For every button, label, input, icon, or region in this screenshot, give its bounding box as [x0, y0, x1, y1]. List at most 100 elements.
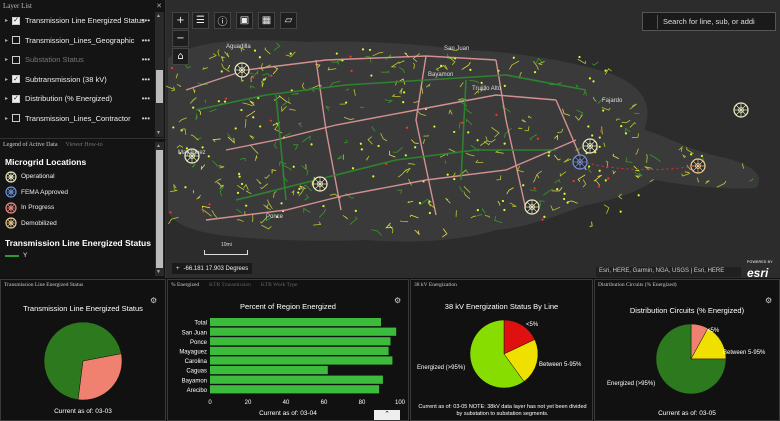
- expand-caret-icon[interactable]: ▸: [5, 37, 12, 44]
- scroll-thumb[interactable]: [156, 70, 163, 103]
- tab-ktr-transmission[interactable]: KTR Transmission: [209, 282, 251, 288]
- more-options-icon[interactable]: •••: [142, 16, 150, 25]
- legend-scrollbar[interactable]: ▲ ▼: [155, 142, 164, 276]
- substation-dot[interactable]: [335, 52, 338, 55]
- substation-dot[interactable]: [428, 200, 431, 203]
- substation-dot[interactable]: [368, 48, 372, 52]
- substation-dot[interactable]: [377, 144, 380, 148]
- substation-dot[interactable]: [350, 69, 353, 72]
- more-options-icon[interactable]: •••: [142, 55, 150, 64]
- layer-checkbox[interactable]: ✓: [12, 75, 20, 84]
- substation-dot[interactable]: [405, 126, 409, 129]
- substation-dot[interactable]: [262, 78, 266, 81]
- substation-dot[interactable]: [446, 173, 449, 176]
- substation-dot[interactable]: [597, 185, 601, 188]
- substation-dot[interactable]: [591, 134, 594, 137]
- substation-dot[interactable]: [588, 77, 592, 80]
- scroll-down-icon[interactable]: ▼: [156, 269, 161, 275]
- substation-dot[interactable]: [690, 153, 693, 156]
- substation-dot[interactable]: [201, 146, 204, 149]
- substation-dot[interactable]: [289, 52, 292, 55]
- substation-dot[interactable]: [245, 204, 248, 207]
- substation-dot[interactable]: [700, 154, 704, 158]
- microgrid-marker-icon[interactable]: [312, 176, 328, 192]
- layer-checkbox[interactable]: [12, 36, 20, 45]
- substation-dot[interactable]: [556, 188, 559, 191]
- substation-dot[interactable]: [604, 179, 607, 182]
- substation-dot[interactable]: [361, 48, 365, 51]
- substation-dot[interactable]: [258, 56, 261, 59]
- list-icon[interactable]: ☰: [192, 12, 209, 29]
- substation-dot[interactable]: [522, 184, 525, 187]
- substation-dot[interactable]: [359, 142, 362, 145]
- substation-dot[interactable]: [588, 165, 591, 168]
- substation-dot[interactable]: [238, 172, 241, 175]
- zoom-in-button[interactable]: +: [172, 12, 189, 29]
- microgrid-marker-icon[interactable]: [524, 199, 540, 215]
- substation-dot[interactable]: [624, 132, 628, 135]
- substation-dot[interactable]: [541, 218, 544, 221]
- substation-dot[interactable]: [169, 211, 172, 214]
- expand-caret-icon[interactable]: ▸: [5, 56, 12, 63]
- substation-dot[interactable]: [476, 208, 479, 212]
- substation-dot[interactable]: [533, 187, 536, 190]
- substation-dot[interactable]: [372, 175, 375, 178]
- layer-row[interactable]: ▸ ✓ Subtransmission (38 kV) •••: [0, 70, 165, 90]
- substation-dot[interactable]: [418, 201, 422, 205]
- substation-dot[interactable]: [598, 145, 601, 148]
- bar[interactable]: [210, 356, 393, 365]
- bar[interactable]: [210, 327, 397, 336]
- substation-dot[interactable]: [172, 126, 175, 129]
- substation-dot[interactable]: [572, 179, 575, 183]
- microgrid-marker-icon[interactable]: [234, 62, 250, 78]
- substation-dot[interactable]: [259, 125, 262, 128]
- substation-dot[interactable]: [604, 69, 607, 72]
- substation-dot[interactable]: [469, 68, 472, 71]
- substation-dot[interactable]: [234, 127, 237, 130]
- tab-legend[interactable]: Legend of Active Data: [3, 142, 57, 149]
- substation-dot[interactable]: [354, 209, 357, 212]
- zoom-out-button[interactable]: −: [172, 30, 189, 47]
- substation-dot[interactable]: [217, 100, 220, 103]
- substation-dot[interactable]: [495, 113, 498, 116]
- substation-dot[interactable]: [578, 55, 581, 59]
- pie-slice[interactable]: [77, 353, 123, 401]
- substation-dot[interactable]: [562, 197, 566, 201]
- substation-dot[interactable]: [512, 56, 515, 59]
- substation-dot[interactable]: [322, 204, 325, 208]
- scroll-thumb[interactable]: [156, 150, 163, 268]
- expand-caret-icon[interactable]: ▸: [5, 76, 12, 83]
- expand-caret-icon[interactable]: ▸: [5, 17, 12, 24]
- substation-dot[interactable]: [208, 203, 211, 206]
- substation-dot[interactable]: [292, 165, 295, 168]
- substation-dot[interactable]: [503, 84, 506, 87]
- substation-dot[interactable]: [270, 74, 273, 77]
- substation-dot[interactable]: [192, 106, 195, 109]
- substation-dot[interactable]: [440, 64, 443, 68]
- substation-dot[interactable]: [467, 131, 470, 134]
- substation-dot[interactable]: [592, 80, 595, 83]
- substation-dot[interactable]: [184, 186, 187, 189]
- more-options-icon[interactable]: •••: [142, 36, 150, 45]
- layer-checkbox[interactable]: [12, 114, 20, 123]
- substation-dot[interactable]: [598, 169, 601, 172]
- bar[interactable]: [210, 366, 328, 375]
- layer-row[interactable]: ▸ ✓ Distribution (% Energized) •••: [0, 89, 165, 109]
- microgrid-marker-icon[interactable]: [572, 154, 588, 170]
- kv38-pie-chart[interactable]: [469, 319, 539, 389]
- substation-dot[interactable]: [404, 154, 407, 157]
- panel-tab[interactable]: Distribution Circuits (% Energized): [598, 282, 677, 288]
- substation-dot[interactable]: [476, 139, 479, 142]
- substation-dot[interactable]: [240, 108, 243, 112]
- substation-dot[interactable]: [453, 178, 456, 181]
- expand-caret-icon[interactable]: ▸: [5, 95, 12, 102]
- substation-dot[interactable]: [402, 101, 405, 104]
- substation-dot[interactable]: [170, 66, 174, 70]
- substation-dot[interactable]: [414, 146, 417, 149]
- layer-checkbox[interactable]: ✓: [12, 16, 20, 25]
- substation-dot[interactable]: [225, 97, 228, 100]
- substation-dot[interactable]: [503, 208, 506, 212]
- more-options-icon[interactable]: •••: [142, 114, 150, 123]
- substation-dot[interactable]: [503, 142, 506, 145]
- transmission-pie-chart[interactable]: [43, 321, 123, 401]
